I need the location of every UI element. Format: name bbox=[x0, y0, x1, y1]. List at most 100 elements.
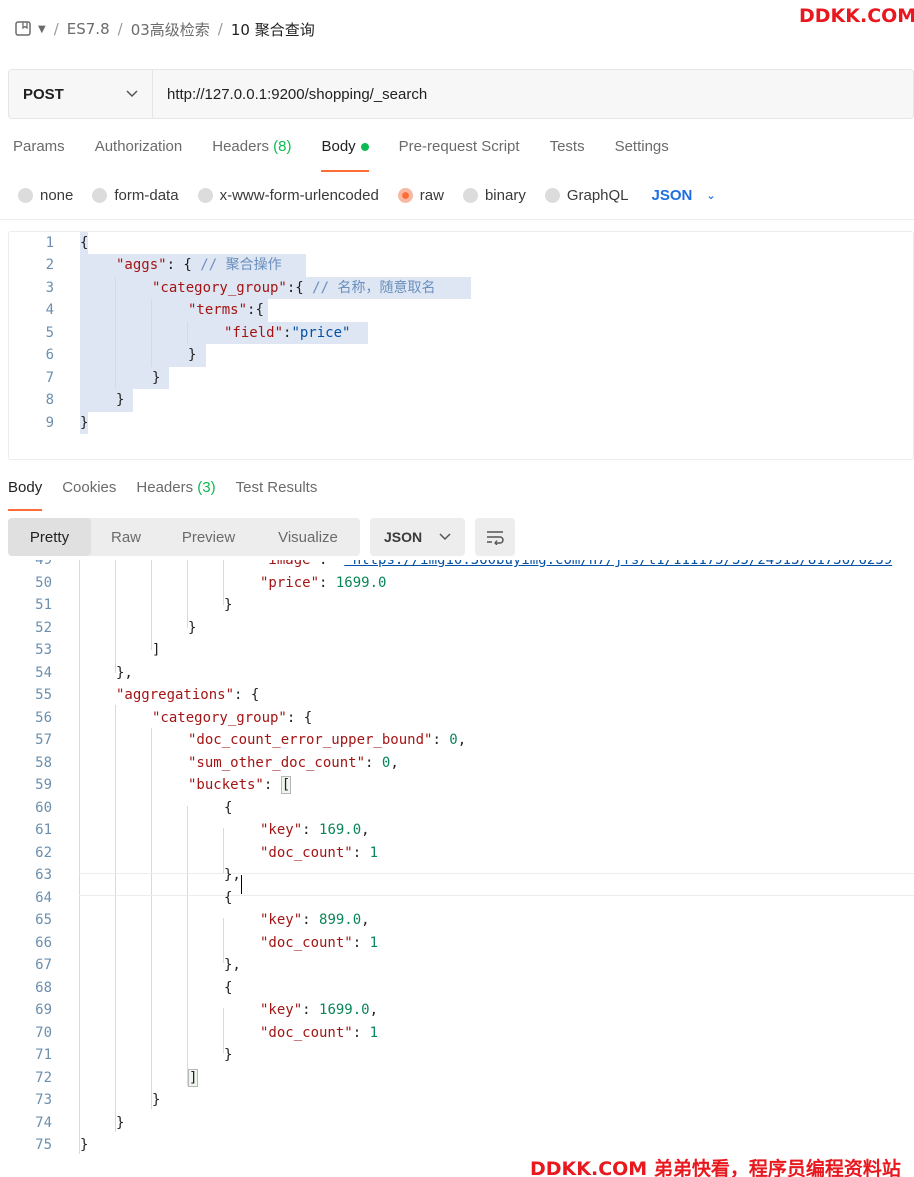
tab-params[interactable]: Params bbox=[13, 138, 65, 162]
line-number: 55 bbox=[35, 687, 52, 703]
line-number: 59 bbox=[35, 777, 52, 793]
json-punct: }, bbox=[116, 665, 133, 681]
line-number: 7 bbox=[45, 370, 54, 386]
code-line: }, bbox=[224, 864, 241, 886]
tab-response-body[interactable]: Body bbox=[8, 479, 43, 511]
response-format-label: JSON bbox=[384, 529, 423, 545]
tab-settings[interactable]: Settings bbox=[615, 138, 669, 162]
request-code-area: 1 2 3 4 5 6 7 8 9 { "aggs": { // 聚合操作 "c… bbox=[0, 232, 914, 452]
method-label: POST bbox=[23, 85, 64, 103]
code-line: } bbox=[188, 347, 197, 363]
json-comment: // 名称，随意取名 bbox=[312, 280, 436, 296]
breadcrumb-item-root[interactable]: ES7.8 bbox=[67, 20, 110, 38]
code-line: } bbox=[116, 1112, 124, 1134]
tab-prerequest-script[interactable]: Pre-request Script bbox=[399, 138, 520, 162]
json-key: "doc_count" bbox=[260, 845, 353, 861]
code-line: } bbox=[80, 415, 89, 431]
body-status-dot bbox=[360, 143, 369, 152]
watermark-bottom: DDKK.COM 弟弟快看，程序员编程资料站 bbox=[530, 1158, 901, 1177]
json-punct: : { bbox=[234, 687, 260, 703]
json-punct: , bbox=[457, 732, 467, 748]
response-headers-count: (3) bbox=[197, 479, 216, 496]
breadcrumb-item-request[interactable]: 10 聚合查询 bbox=[231, 19, 315, 40]
code-line: "image": "https://img10.360buyimg.com/n7… bbox=[260, 560, 892, 571]
json-punct: } bbox=[152, 1092, 161, 1108]
json-key: "field" bbox=[224, 325, 284, 341]
code-line: } bbox=[224, 594, 232, 616]
response-body-viewer[interactable]: 49 "image": "https://img10.360buyimg.com/… bbox=[0, 560, 914, 1170]
radio-urlencoded[interactable]: x-www-form-urlencoded bbox=[197, 187, 379, 204]
tab-cookies[interactable]: Cookies bbox=[62, 479, 116, 503]
json-key: "category_group" bbox=[152, 280, 287, 296]
line-number: 52 bbox=[35, 620, 52, 636]
tab-body[interactable]: Body bbox=[321, 138, 369, 172]
view-preview[interactable]: Preview bbox=[161, 518, 256, 556]
code-line: "price": 1699.0 bbox=[260, 572, 386, 594]
tab-authorization[interactable]: Authorization bbox=[95, 138, 183, 162]
json-key: "terms" bbox=[188, 302, 248, 318]
code-line: "field":"price" bbox=[224, 322, 350, 344]
radio-form-data[interactable]: form-data bbox=[92, 187, 179, 204]
json-punct: { bbox=[224, 800, 233, 816]
radio-label: none bbox=[40, 186, 74, 204]
json-comment: // 聚合操作 bbox=[200, 257, 282, 273]
radio-none[interactable]: none bbox=[18, 187, 73, 204]
body-format-select[interactable]: JSON ⌄ bbox=[652, 187, 716, 204]
wrap-lines-button[interactable] bbox=[475, 518, 515, 556]
line-number: 9 bbox=[45, 415, 54, 431]
code-line: } bbox=[152, 370, 161, 386]
tab-headers[interactable]: Headers (8) bbox=[212, 138, 291, 162]
code-line: "aggs": { // 聚合操作 bbox=[116, 254, 282, 276]
response-tabs: Body Cookies Headers (3) Test Results bbox=[8, 479, 337, 511]
collection-icon[interactable] bbox=[14, 20, 34, 38]
radio-circle bbox=[197, 187, 213, 203]
radio-raw[interactable]: raw bbox=[397, 187, 444, 204]
json-punct: }, bbox=[224, 957, 241, 973]
json-key: "image" bbox=[260, 560, 320, 568]
radio-circle bbox=[18, 187, 33, 203]
current-line-highlight bbox=[79, 873, 914, 896]
json-number: 0 bbox=[449, 732, 458, 748]
method-select[interactable]: POST bbox=[9, 70, 153, 118]
json-url-link[interactable]: "https://img10.360buyimg.com/n7/jfs/t1/1… bbox=[344, 560, 892, 568]
radio-binary[interactable]: binary bbox=[462, 187, 526, 204]
url-input[interactable]: http://127.0.0.1:9200/shopping/_search bbox=[153, 70, 427, 118]
chevron-down-icon[interactable]: ▼ bbox=[38, 24, 46, 35]
indent-guide bbox=[115, 560, 116, 673]
view-visualize[interactable]: Visualize bbox=[256, 518, 360, 556]
code-line: "doc_count": 1 bbox=[260, 842, 378, 864]
tab-headers-label: Headers bbox=[212, 138, 269, 155]
json-key: "key" bbox=[260, 912, 303, 928]
breadcrumb-item-folder[interactable]: 03高级检索 bbox=[131, 19, 210, 40]
json-key: "aggs" bbox=[116, 257, 167, 273]
json-punct: } bbox=[116, 1115, 125, 1131]
indent-guide bbox=[115, 705, 116, 1132]
tab-response-headers[interactable]: Headers (3) bbox=[136, 479, 215, 503]
selection-highlight bbox=[80, 389, 133, 412]
json-number: 1699.0 bbox=[335, 575, 387, 591]
json-punct: } bbox=[80, 1137, 89, 1153]
code-line: } bbox=[116, 392, 125, 408]
json-punct: :{ bbox=[247, 302, 264, 318]
line-number: 60 bbox=[35, 800, 52, 816]
view-raw[interactable]: Raw bbox=[91, 518, 161, 556]
text-cursor bbox=[241, 875, 242, 894]
radio-graphql[interactable]: GraphQL bbox=[544, 187, 629, 204]
code-line: "aggregations": { bbox=[116, 684, 259, 706]
json-number: 1 bbox=[369, 845, 379, 861]
tab-tests[interactable]: Tests bbox=[550, 138, 585, 162]
json-punct: } bbox=[224, 1047, 233, 1063]
response-format-select[interactable]: JSON bbox=[370, 518, 465, 556]
line-number: 2 bbox=[45, 257, 54, 273]
matched-bracket: [ bbox=[280, 776, 292, 794]
json-key: "aggregations" bbox=[116, 687, 235, 703]
line-number: 3 bbox=[45, 280, 54, 296]
json-punct: : bbox=[365, 755, 382, 771]
view-pretty[interactable]: Pretty bbox=[8, 518, 91, 556]
json-punct: : bbox=[302, 1002, 320, 1018]
indent-guide bbox=[115, 277, 116, 389]
tab-test-results[interactable]: Test Results bbox=[236, 479, 318, 503]
line-number: 53 bbox=[35, 642, 52, 658]
body-mode-options: none form-data x-www-form-urlencoded raw… bbox=[18, 184, 716, 206]
line-number: 72 bbox=[35, 1070, 52, 1086]
